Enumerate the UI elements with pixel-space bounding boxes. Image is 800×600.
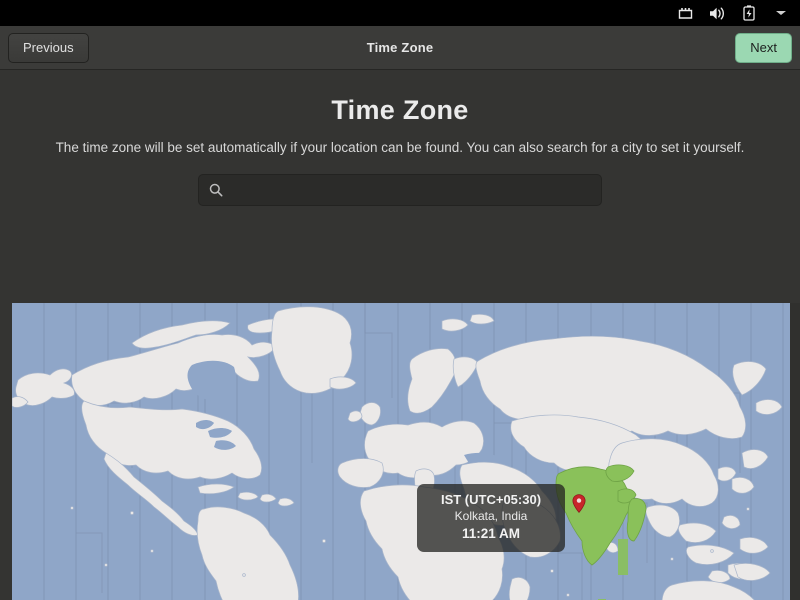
volume-icon[interactable] (708, 4, 726, 22)
tooltip-city-name: Kolkata, India (454, 509, 528, 523)
header-title: Time Zone (366, 40, 434, 55)
world-timezone-map[interactable] (12, 303, 790, 600)
battery-charging-icon[interactable] (740, 4, 758, 22)
next-button[interactable]: Next (735, 32, 792, 63)
tooltip-local-time: 11:21 AM (461, 526, 521, 541)
search-box[interactable] (198, 174, 602, 206)
window-header-bar: Previous Time Zone Next (0, 26, 800, 70)
search-row (0, 174, 800, 206)
network-wired-icon[interactable] (676, 4, 694, 22)
map-scrollbar[interactable] (790, 303, 800, 600)
search-input[interactable] (230, 175, 601, 205)
page-subtitle: The time zone will be set automatically … (55, 140, 745, 155)
timezone-page: Time Zone The time zone will be set auto… (0, 70, 800, 600)
system-status-bar (0, 0, 800, 26)
chevron-down-icon[interactable] (772, 4, 790, 22)
map-pin-kolkata[interactable] (572, 494, 586, 514)
timezone-tooltip: IST (UTC+05:30) Kolkata, India 11:21 AM (417, 484, 565, 552)
world-map-svg (12, 303, 790, 600)
search-icon (209, 183, 223, 197)
tooltip-timezone-name: IST (UTC+05:30) (440, 492, 542, 507)
page-title: Time Zone (331, 95, 469, 125)
previous-button[interactable]: Previous (8, 32, 89, 63)
